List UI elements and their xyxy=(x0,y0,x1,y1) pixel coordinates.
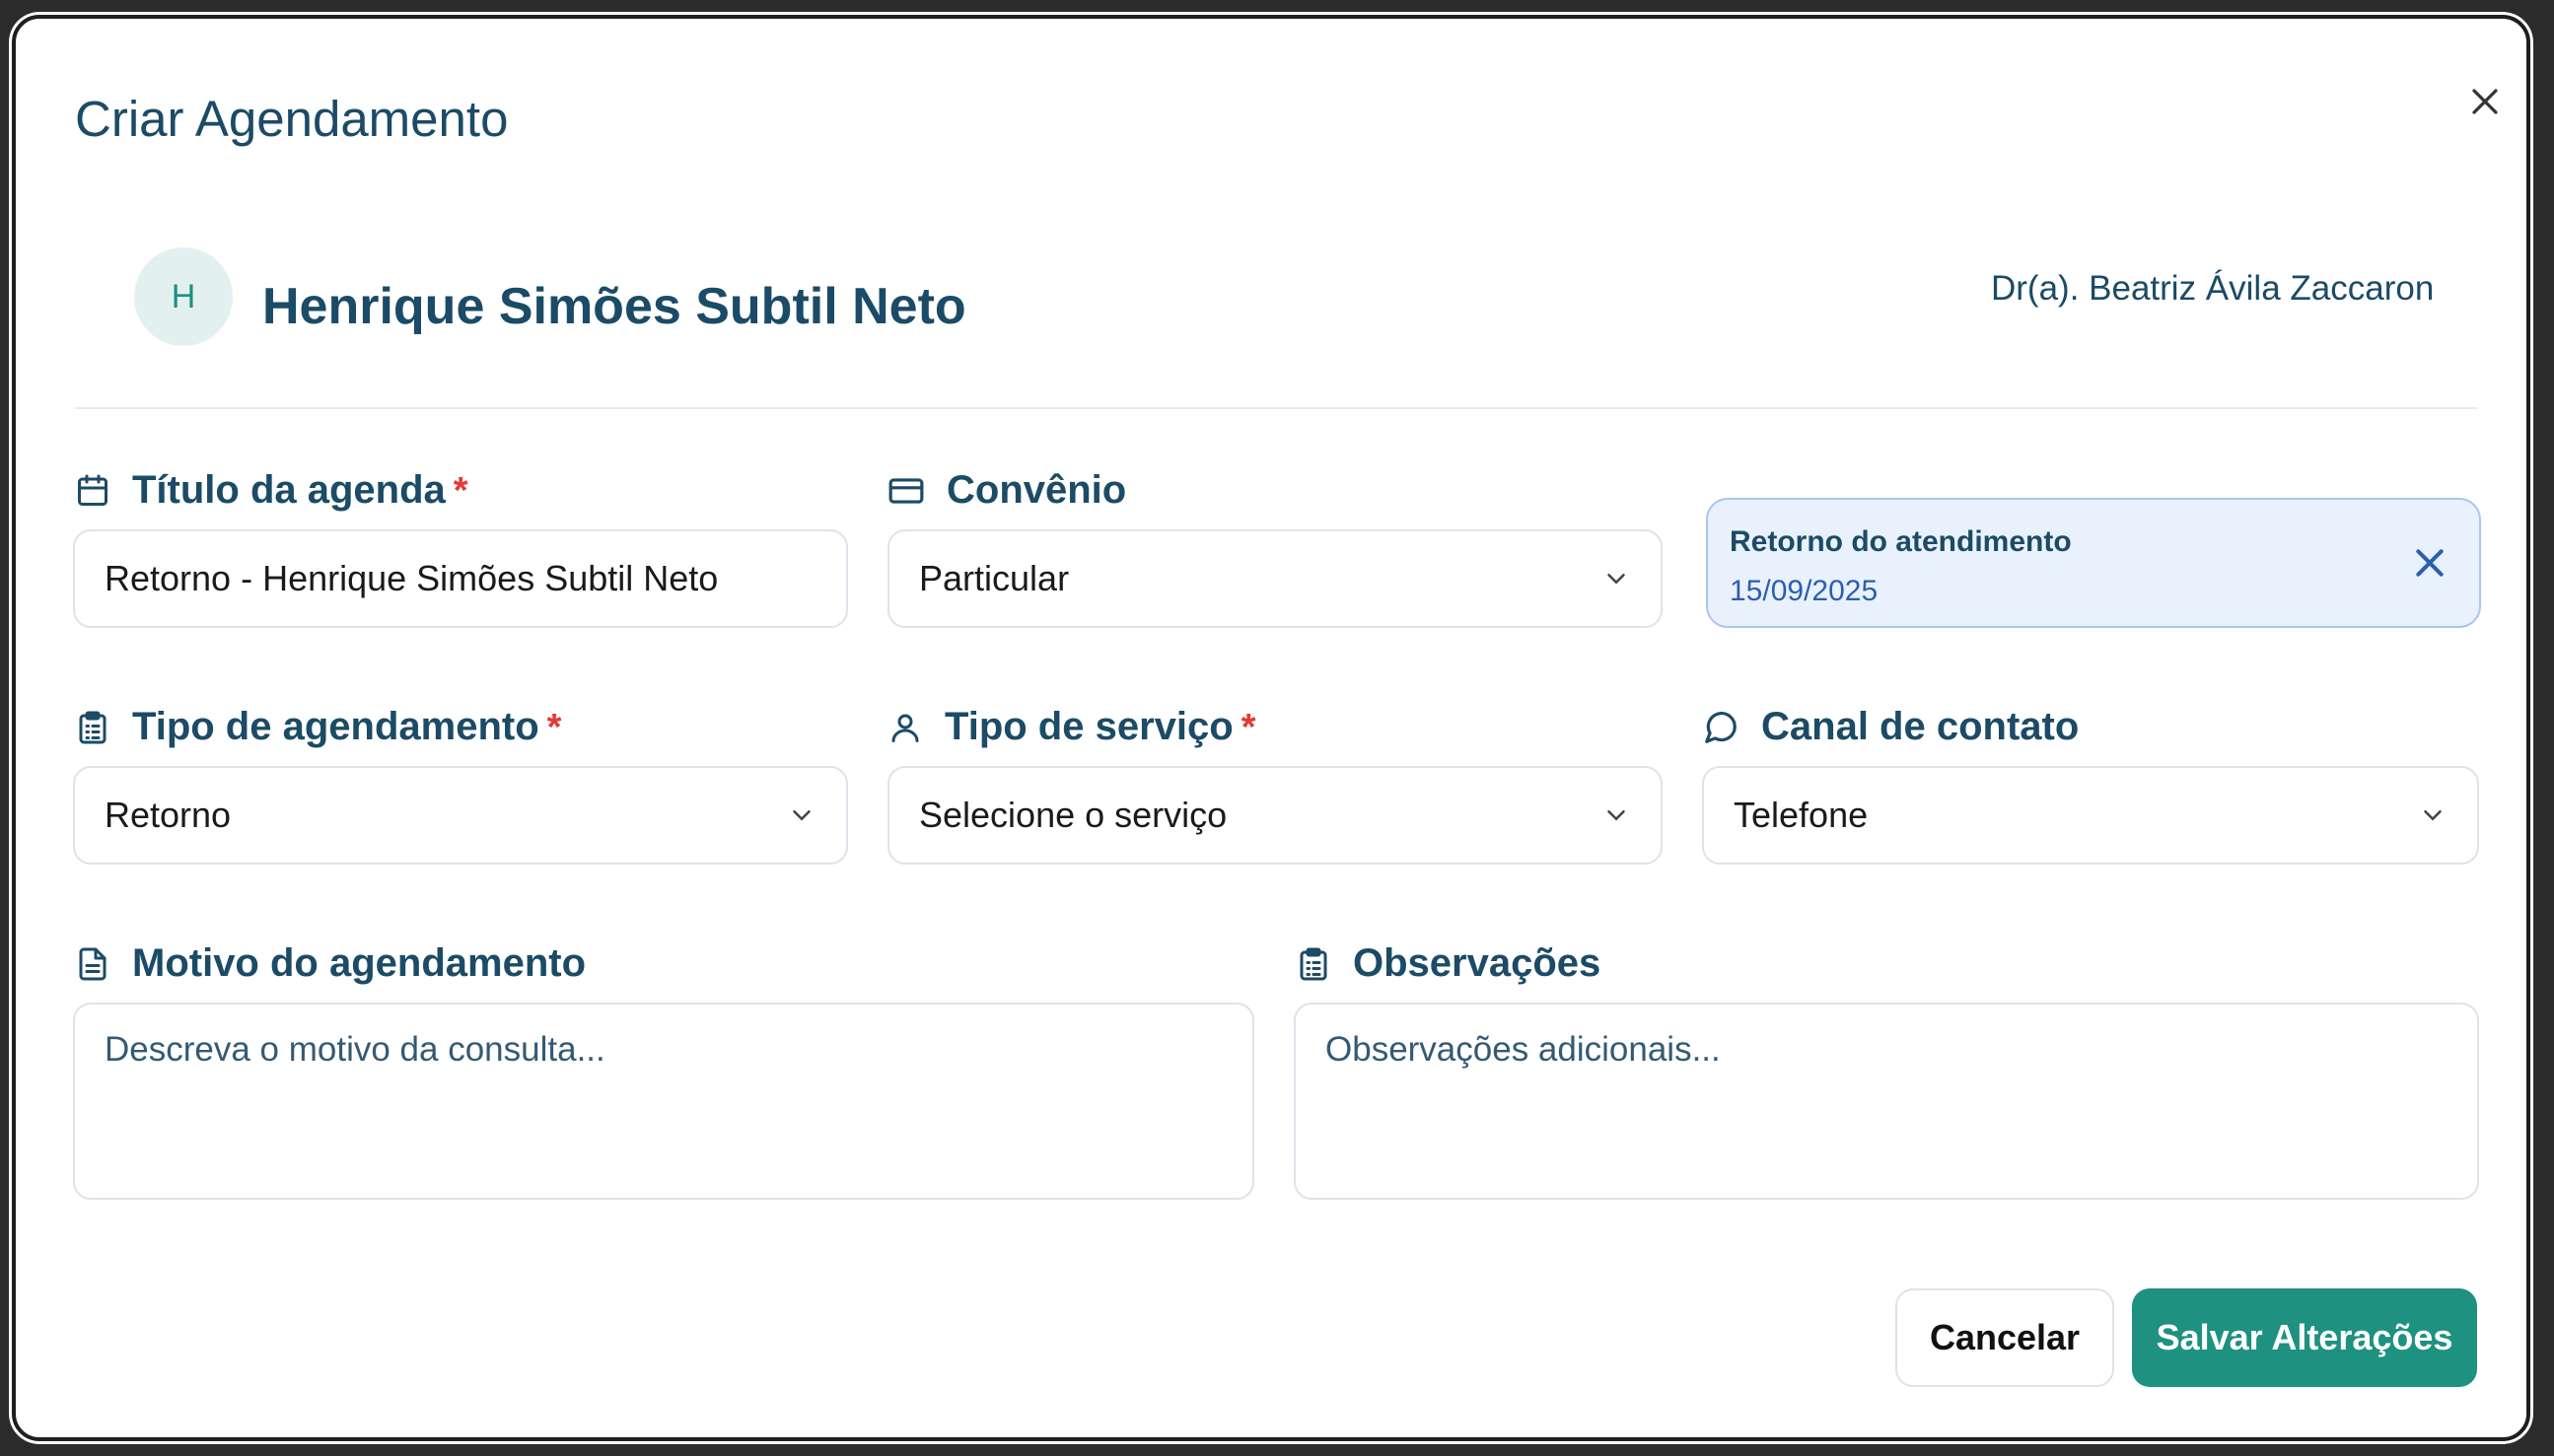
message-circle-icon xyxy=(1705,711,1737,743)
titulo-label-text: Título da agenda xyxy=(132,468,446,512)
cancel-button[interactable]: Cancelar xyxy=(1895,1288,2114,1387)
clipboard-list-icon xyxy=(79,711,106,743)
retorno-date: 15/09/2025 xyxy=(1730,575,1879,607)
chevron-down-icon xyxy=(2424,810,2442,821)
motivo-placeholder: Descreva o motivo da consulta... xyxy=(105,1030,605,1069)
user-icon xyxy=(891,714,919,742)
tipo-servico-select[interactable]: Selecione o serviço xyxy=(887,766,1663,865)
chevron-down-icon xyxy=(1607,810,1625,821)
convenio-value: Particular xyxy=(919,558,1070,598)
tipo-agendamento-select[interactable]: Retorno xyxy=(73,766,848,865)
create-appointment-dialog: Criar Agendamento H Henrique Simões Subt… xyxy=(12,15,2530,1441)
titulo-label: Título da agenda * xyxy=(75,468,468,513)
tipo-servico-label: Tipo de serviço * xyxy=(887,705,1256,749)
canal-contato-label: Canal de contato xyxy=(1702,705,2079,749)
doctor-name: Dr(a). Beatriz Ávila Zaccaron xyxy=(1991,269,2435,308)
convenio-label-text: Convênio xyxy=(947,468,1127,512)
required-marker: * xyxy=(453,470,468,512)
motivo-label: Motivo do agendamento xyxy=(75,941,586,986)
convenio-label: Convênio xyxy=(887,468,1126,513)
tipo-servico-value: Selecione o serviço xyxy=(919,795,1228,835)
titulo-input[interactable]: Retorno - Henrique Simões Subtil Neto xyxy=(73,529,848,628)
tipo-servico-label-text: Tipo de serviço xyxy=(945,705,1234,748)
close-icon[interactable] xyxy=(2410,543,2449,583)
canal-contato-select[interactable]: Telefone xyxy=(1702,766,2479,865)
patient-name: Henrique Simões Subtil Neto xyxy=(262,278,966,335)
credit-card-icon xyxy=(888,477,924,504)
tipo-agendamento-label-text: Tipo de agendamento xyxy=(132,705,539,748)
close-dialog-button[interactable] xyxy=(2457,74,2513,129)
save-button[interactable]: Salvar Alterações xyxy=(2132,1288,2477,1387)
retorno-title: Retorno do atendimento xyxy=(1730,525,2072,558)
observacoes-placeholder: Observações adicionais... xyxy=(1325,1030,1721,1069)
close-icon xyxy=(2472,89,2498,114)
canal-contato-label-text: Canal de contato xyxy=(1761,705,2080,748)
divider xyxy=(75,407,2477,409)
required-marker: * xyxy=(546,707,562,748)
clipboard-list-icon xyxy=(1300,947,1327,980)
canal-contato-value: Telefone xyxy=(1734,795,1869,835)
observacoes-label-text: Observações xyxy=(1353,941,1601,985)
observacoes-textarea[interactable]: Observações adicionais... xyxy=(1294,1003,2479,1200)
calendar-icon xyxy=(78,474,107,506)
file-text-icon xyxy=(79,947,106,980)
tipo-agendamento-label: Tipo de agendamento * xyxy=(75,705,561,749)
dialog-title: Criar Agendamento xyxy=(75,91,509,147)
required-marker: * xyxy=(1241,707,1256,748)
avatar: H xyxy=(134,247,233,346)
chevron-down-icon xyxy=(793,810,811,821)
motivo-textarea[interactable]: Descreva o motivo da consulta... xyxy=(73,1003,1254,1200)
motivo-label-text: Motivo do agendamento xyxy=(132,941,586,985)
retorno-info-box: Retorno do atendimento 15/09/2025 xyxy=(1706,498,2481,628)
tipo-agendamento-value: Retorno xyxy=(105,795,232,835)
titulo-value: Retorno - Henrique Simões Subtil Neto xyxy=(105,558,719,598)
observacoes-label: Observações xyxy=(1296,941,1600,986)
chevron-down-icon xyxy=(1607,574,1625,585)
convenio-select[interactable]: Particular xyxy=(887,529,1663,628)
